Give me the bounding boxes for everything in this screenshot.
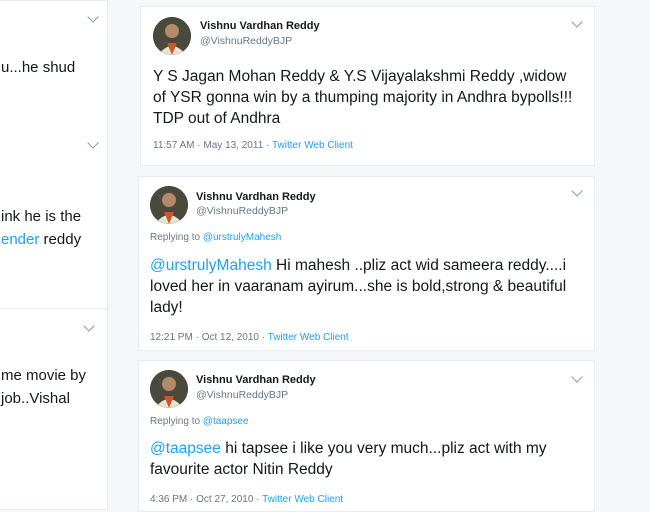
tweet-card[interactable]: Vishnu Vardhan Reddy @VishnuReddyBJP Y S…	[140, 6, 595, 166]
chevron-down-icon[interactable]	[87, 11, 99, 23]
divider	[0, 308, 109, 309]
left-tweet-text: u...he shud	[1, 59, 76, 76]
avatar[interactable]	[150, 186, 188, 224]
author-name[interactable]: Vishnu Vardhan Reddy	[200, 20, 320, 32]
chevron-down-icon[interactable]	[83, 320, 95, 332]
author-handle[interactable]: @VishnuReddyBJP	[196, 205, 288, 217]
author-name[interactable]: Vishnu Vardhan Reddy	[196, 374, 316, 386]
left-tweet-text: ink he is the	[1, 208, 82, 225]
chevron-down-icon[interactable]	[571, 185, 583, 197]
left-tweet-text: job..Vishal	[1, 390, 70, 407]
reply-mention-link[interactable]: @urstrulyMahesh	[203, 232, 282, 243]
tweet-timestamp: 12:21 PM · Oct 12, 2010 · Twitter Web Cl…	[150, 332, 349, 343]
mention-link[interactable]: @urstrulyMahesh	[150, 257, 272, 274]
avatar[interactable]	[150, 370, 188, 408]
tweet-text: Y S Jagan Mohan Reddy & Y.S Vijayalakshm…	[153, 68, 573, 127]
author-name[interactable]: Vishnu Vardhan Reddy	[196, 191, 316, 203]
source-link[interactable]: Twitter Web Client	[268, 332, 349, 343]
avatar[interactable]	[153, 17, 191, 55]
tweet-timestamp: 11:57 AM · May 13, 2011 · Twitter Web Cl…	[153, 140, 353, 151]
replying-to: Replying to @urstrulyMahesh	[150, 232, 282, 243]
left-column-tweets: u...he shud ink he is the ender reddy me…	[0, 0, 109, 510]
chevron-down-icon[interactable]	[571, 16, 583, 28]
reply-mention-link[interactable]: @taapsee	[203, 416, 249, 427]
left-tweet-text: ender reddy	[1, 231, 82, 248]
replying-to: Replying to @taapsee	[150, 416, 249, 427]
tweet-card[interactable]: Vishnu Vardhan Reddy @VishnuReddyBJP Rep…	[138, 360, 595, 512]
chevron-down-icon[interactable]	[87, 137, 99, 149]
source-link[interactable]: Twitter Web Client	[272, 140, 353, 151]
chevron-down-icon[interactable]	[571, 371, 583, 383]
tweet-card[interactable]: Vishnu Vardhan Reddy @VishnuReddyBJP Rep…	[138, 176, 595, 351]
tweet-timestamp: 4:36 PM · Oct 27, 2010 · Twitter Web Cli…	[150, 494, 344, 505]
mention-link[interactable]: @taapsee	[150, 440, 221, 457]
author-handle[interactable]: @VishnuReddyBJP	[196, 389, 288, 401]
left-tweet-text: me movie by	[1, 367, 87, 384]
hashtag-link[interactable]: ender	[1, 231, 39, 248]
source-link[interactable]: Twitter Web Client	[262, 494, 343, 505]
tweet-text: @taapsee hi tapsee i like you very much.…	[150, 440, 547, 478]
author-handle[interactable]: @VishnuReddyBJP	[200, 35, 292, 47]
tweet-text: @urstrulyMahesh Hi mahesh ..pliz act wid…	[150, 257, 567, 316]
